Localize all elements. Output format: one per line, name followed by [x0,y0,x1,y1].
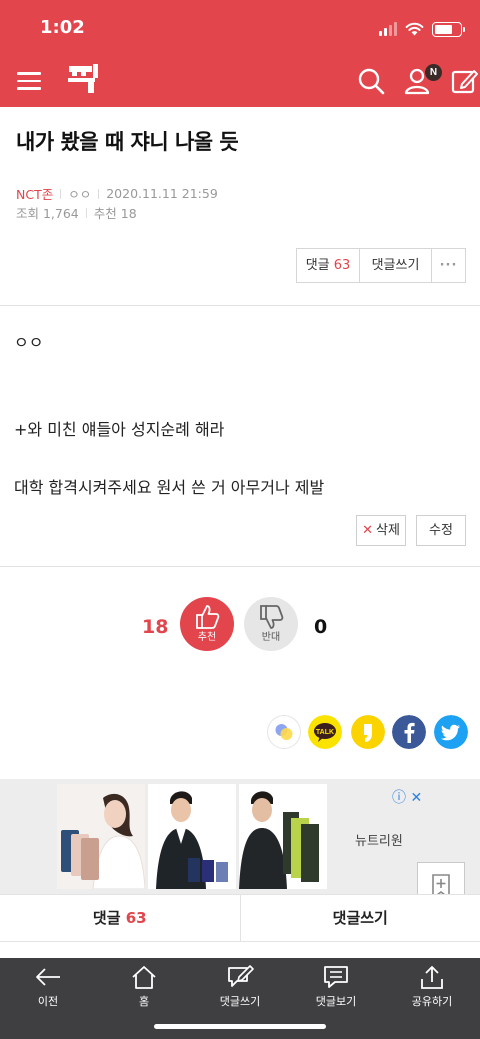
ad-image-2[interactable] [148,784,236,889]
home-icon [132,966,156,989]
status-icons [379,20,465,38]
post-category[interactable]: NCT존 [16,184,53,203]
search-icon[interactable] [356,66,386,96]
battery-icon [432,21,465,37]
ad-banner[interactable]: 뉴트리원 ⓘ ✕ [0,779,480,894]
ad-brand[interactable]: 뉴트리원 [355,830,403,849]
wifi-icon [405,22,424,36]
svg-text:TALK: TALK [316,729,334,736]
ad-image-3[interactable] [239,784,327,889]
downvote-button[interactable]: 반대 [244,597,298,651]
kakaotalk-share-icon[interactable]: TALK [308,715,342,749]
divider [0,566,480,567]
thumbs-down-icon [260,605,284,629]
nav-share[interactable]: 공유하기 [384,964,480,1009]
nav-write-comment[interactable]: 댓글쓰기 [192,964,288,1009]
edit-button[interactable]: 수정 [416,515,466,546]
write-comment-tab[interactable]: 댓글쓰기 [241,895,480,941]
ad-image-1[interactable] [57,784,145,889]
upvote-count: 18 [142,616,169,638]
back-arrow-icon [36,968,60,986]
nav-view-comments[interactable]: 댓글보기 [288,964,384,1009]
post-datetime: 2020.11.11 21:59 [106,186,218,201]
upvote-button[interactable]: 추천 [180,597,234,651]
pann-logo[interactable] [66,62,100,94]
delete-button[interactable]: ✕ 삭제 [356,515,406,546]
more-options-button[interactable]: ··· [432,249,465,282]
downvote-count: 0 [314,616,328,638]
twitter-share-icon[interactable] [434,715,468,749]
post-meta: NCT존 ㅇㅇ 2020.11.11 21:59 [16,184,218,203]
like-count: 추천 18 [93,206,137,221]
write-comment-icon [228,965,254,987]
menu-icon[interactable] [17,72,41,90]
comment-bar: 댓글 63 댓글쓰기 [0,894,480,942]
status-time: 1:02 [40,17,85,38]
kakao-page-share-icon[interactable] [351,715,385,749]
signal-icon [379,22,397,36]
post-author: ㅇㅇ [68,187,92,202]
post-body-line: 대학 합격시켜주세요 원서 쓴 거 아무거나 제발 [14,478,325,497]
view-count: 조회 1,764 [16,206,79,221]
write-comment-button[interactable]: 댓글쓰기 [360,249,432,282]
facebook-share-icon[interactable] [392,715,426,749]
comment-count-button[interactable]: 댓글 63 [297,249,360,282]
notification-badge: N [425,64,442,81]
nav-home[interactable]: 홈 [96,964,192,1009]
ad-choices-icon[interactable]: ⓘ ✕ [392,787,422,807]
edit-icon[interactable] [450,66,480,96]
post-body-line: ㅇㅇ [14,333,44,352]
view-comments-tab[interactable]: 댓글 63 [0,895,241,941]
post-body-line: +와 미친 얘들아 성지순례 해라 [14,420,225,439]
divider [0,305,480,306]
post-title: 내가 봤을 때 쟈니 나올 듯 [16,130,239,154]
view-comments-icon [324,966,348,988]
share-icon [421,966,443,989]
close-icon: ✕ [362,523,373,538]
kakao-story-share-icon[interactable] [267,715,301,749]
thumbs-up-icon [196,605,220,629]
nav-back[interactable]: 이전 [0,964,96,1009]
post-stats: 조회 1,764 추천 18 [16,203,137,222]
home-indicator [154,1024,326,1029]
post-action-group: 댓글 63 댓글쓰기 ··· [296,248,466,283]
app-header: 1:02 N [0,0,480,107]
